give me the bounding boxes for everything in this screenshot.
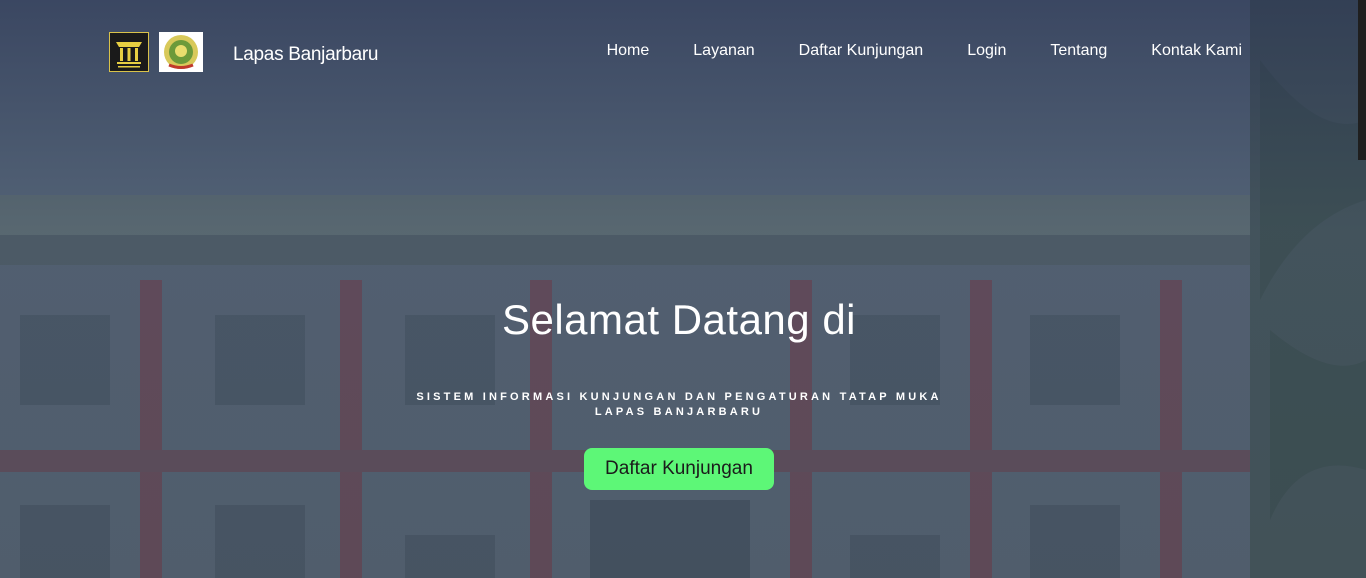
nav-menu: Home Layanan Daftar Kunjungan Login Tent…	[607, 42, 1242, 60]
regional-seal-icon[interactable]	[159, 32, 203, 72]
nav-item-kontak-kami[interactable]: Kontak Kami	[1151, 42, 1242, 60]
nav-item-login[interactable]: Login	[967, 42, 1006, 60]
hero-subtitle-line-1: SISTEM INFORMASI KUNJUNGAN DAN PENGATURA…	[416, 391, 942, 403]
nav-item-tentang[interactable]: Tentang	[1050, 42, 1107, 60]
nav-item-daftar-kunjungan[interactable]: Daftar Kunjungan	[799, 42, 924, 60]
hero-title: Selamat Datang di	[501, 296, 857, 343]
daftar-kunjungan-button[interactable]: Daftar Kunjungan	[584, 448, 774, 490]
hero-subtitle-line-2: LAPAS BANJARBARU	[594, 406, 764, 418]
hero-subtitle: SISTEM INFORMASI KUNJUNGAN DAN PENGATURA…	[0, 390, 1358, 420]
hero-section: Lapas Banjarbaru Home Layanan Daftar Kun…	[0, 0, 1366, 578]
top-navbar: Lapas Banjarbaru Home Layanan Daftar Kun…	[0, 0, 1366, 104]
pemasyarakatan-emblem-icon[interactable]	[109, 32, 149, 72]
nav-item-layanan[interactable]: Layanan	[693, 42, 754, 60]
brand-name[interactable]: Lapas Banjarbaru	[233, 44, 379, 66]
nav-item-home[interactable]: Home	[607, 42, 650, 60]
